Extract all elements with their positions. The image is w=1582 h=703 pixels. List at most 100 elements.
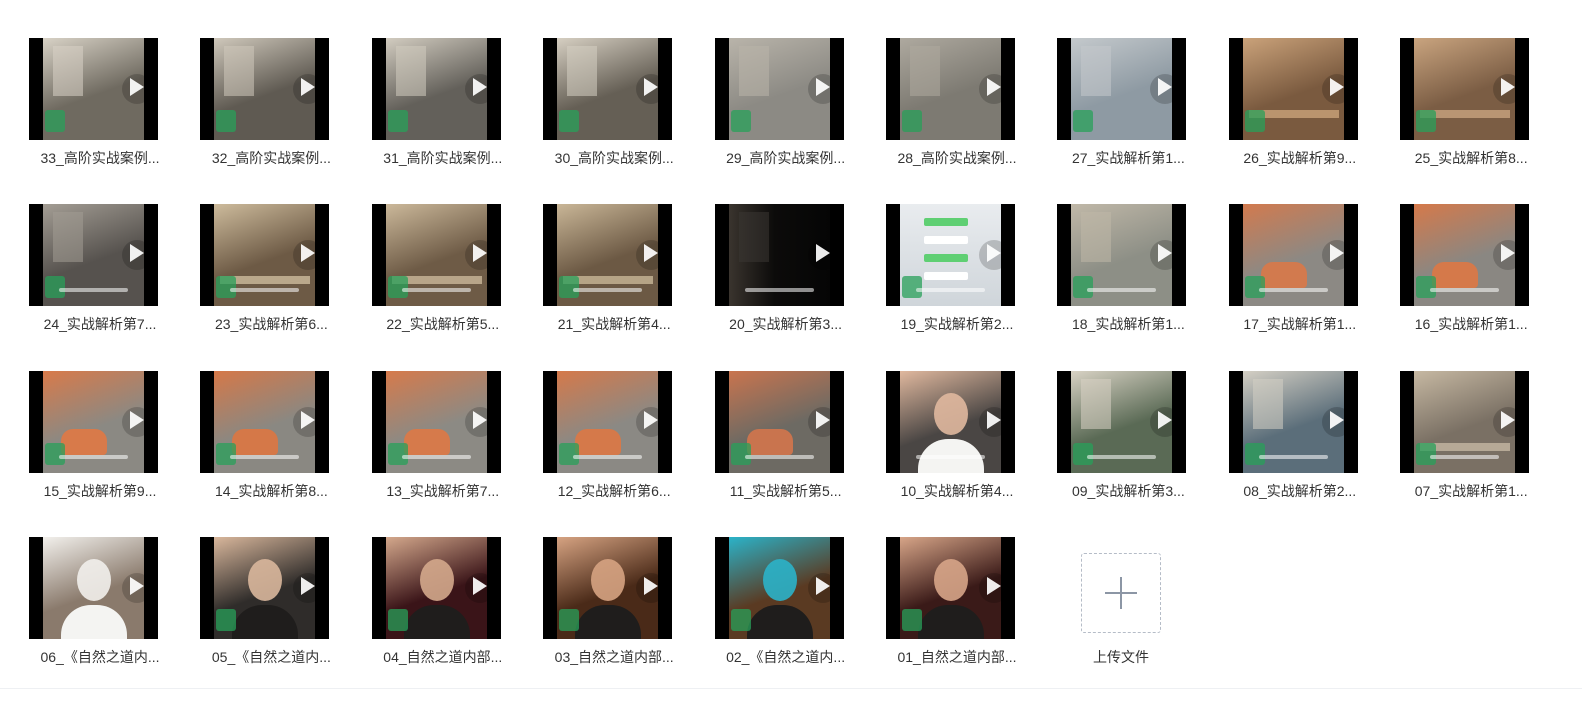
file-name-label[interactable]: 32_高阶实战案例... (184, 149, 358, 167)
play-icon[interactable] (1501, 78, 1516, 96)
file-name-label[interactable]: 11_实战解析第5... (699, 482, 873, 500)
video-thumbnail[interactable] (886, 537, 1015, 639)
file-name-label[interactable]: 02_《自然之道内... (699, 648, 873, 666)
play-icon[interactable] (1329, 411, 1344, 429)
video-thumbnail[interactable] (714, 38, 844, 140)
video-thumbnail[interactable] (29, 371, 158, 473)
file-name-label[interactable]: 19_实战解析第2... (870, 315, 1044, 333)
video-file-item[interactable]: 09_实战解析第3... (1041, 371, 1191, 511)
video-thumbnail[interactable] (543, 38, 673, 140)
video-thumbnail[interactable] (29, 537, 158, 639)
video-thumbnail[interactable] (200, 204, 330, 306)
video-file-item[interactable]: 04_自然之道内部... (356, 537, 506, 677)
video-file-item[interactable]: 28_高阶实战案例... (870, 38, 1020, 178)
file-name-label[interactable]: 16_实战解析第1... (1384, 315, 1558, 333)
video-file-item[interactable]: 01_自然之道内部... (870, 537, 1020, 677)
video-file-item[interactable]: 15_实战解析第9... (13, 371, 163, 511)
video-thumbnail[interactable] (1228, 204, 1358, 306)
play-icon[interactable] (301, 411, 316, 429)
file-name-label[interactable]: 29_高阶实战案例... (699, 149, 873, 167)
video-file-item[interactable]: 10_实战解析第4... (870, 371, 1020, 511)
play-icon[interactable] (1158, 78, 1173, 96)
file-name-label[interactable]: 26_实战解析第9... (1213, 149, 1387, 167)
video-file-item[interactable]: 22_实战解析第5... (356, 204, 506, 344)
file-name-label[interactable]: 15_实战解析第9... (13, 482, 187, 500)
video-thumbnail[interactable] (1057, 38, 1187, 140)
file-name-label[interactable]: 03_自然之道内部... (527, 648, 701, 666)
play-icon[interactable] (987, 577, 1001, 595)
video-thumbnail[interactable] (371, 38, 501, 140)
file-name-label[interactable]: 18_实战解析第1... (1041, 315, 1215, 333)
video-thumbnail[interactable] (371, 371, 501, 473)
video-file-item[interactable]: 19_实战解析第2... (870, 204, 1020, 344)
video-file-item[interactable]: 13_实战解析第7... (356, 371, 506, 511)
video-file-item[interactable]: 02_《自然之道内... (699, 537, 849, 677)
play-icon[interactable] (1501, 411, 1516, 429)
play-icon[interactable] (987, 78, 1001, 96)
file-name-label[interactable]: 24_实战解析第7... (13, 315, 187, 333)
video-file-item[interactable]: 29_高阶实战案例... (699, 38, 849, 178)
video-thumbnail[interactable] (543, 204, 673, 306)
file-name-label[interactable]: 07_实战解析第1... (1384, 482, 1558, 500)
video-file-item[interactable]: 07_实战解析第1... (1384, 371, 1534, 511)
video-file-item[interactable]: 14_实战解析第8... (184, 371, 334, 511)
file-name-label[interactable]: 33_高阶实战案例... (13, 149, 187, 167)
video-file-item[interactable]: 31_高阶实战案例... (356, 38, 506, 178)
video-thumbnail[interactable] (29, 204, 158, 306)
file-name-label[interactable]: 14_实战解析第8... (184, 482, 358, 500)
file-name-label[interactable]: 25_实战解析第8... (1384, 149, 1558, 167)
video-thumbnail[interactable] (714, 371, 844, 473)
file-name-label[interactable]: 09_实战解析第3... (1041, 482, 1215, 500)
play-icon[interactable] (130, 244, 144, 262)
play-icon[interactable] (472, 244, 487, 262)
play-icon[interactable] (472, 577, 487, 595)
video-thumbnail[interactable] (29, 38, 158, 140)
file-name-label[interactable]: 01_自然之道内部... (870, 648, 1044, 666)
video-thumbnail[interactable] (200, 537, 330, 639)
file-name-label[interactable]: 04_自然之道内部... (356, 648, 530, 666)
video-file-item[interactable]: 05_《自然之道内... (184, 537, 334, 677)
file-name-label[interactable]: 05_《自然之道内... (184, 648, 358, 666)
video-file-item[interactable]: 27_实战解析第1... (1041, 38, 1191, 178)
file-name-label[interactable]: 22_实战解析第5... (356, 315, 530, 333)
video-file-item[interactable]: 06_《自然之道内... (13, 537, 163, 677)
video-thumbnail[interactable] (886, 204, 1015, 306)
play-icon[interactable] (815, 78, 830, 96)
video-thumbnail[interactable] (1228, 371, 1358, 473)
video-thumbnail[interactable] (543, 537, 673, 639)
video-thumbnail[interactable] (1228, 38, 1358, 140)
play-icon[interactable] (1158, 244, 1173, 262)
video-file-item[interactable]: 17_实战解析第1... (1213, 204, 1363, 344)
play-icon[interactable] (472, 411, 487, 429)
video-thumbnail[interactable] (714, 204, 844, 306)
video-file-item[interactable]: 16_实战解析第1... (1384, 204, 1534, 344)
video-thumbnail[interactable] (714, 537, 844, 639)
video-file-item[interactable]: 12_实战解析第6... (527, 371, 677, 511)
play-icon[interactable] (815, 577, 830, 595)
video-thumbnail[interactable] (1057, 204, 1187, 306)
play-icon[interactable] (1329, 78, 1344, 96)
play-icon[interactable] (1329, 244, 1344, 262)
file-name-label[interactable]: 30_高阶实战案例... (527, 149, 701, 167)
play-icon[interactable] (130, 411, 144, 429)
play-icon[interactable] (815, 411, 830, 429)
file-name-label[interactable]: 08_实战解析第2... (1213, 482, 1387, 500)
file-name-label[interactable]: 06_《自然之道内... (13, 648, 187, 666)
video-thumbnail[interactable] (371, 537, 501, 639)
file-name-label[interactable]: 12_实战解析第6... (527, 482, 701, 500)
file-name-label[interactable]: 23_实战解析第6... (184, 315, 358, 333)
play-icon[interactable] (130, 78, 144, 96)
file-name-label[interactable]: 13_实战解析第7... (356, 482, 530, 500)
file-name-label[interactable]: 21_实战解析第4... (527, 315, 701, 333)
video-file-item[interactable]: 21_实战解析第4... (527, 204, 677, 344)
play-icon[interactable] (987, 411, 1001, 429)
file-name-label[interactable]: 27_实战解析第1... (1041, 149, 1215, 167)
video-thumbnail[interactable] (886, 38, 1015, 140)
play-icon[interactable] (472, 78, 487, 96)
play-icon[interactable] (815, 244, 830, 262)
play-icon[interactable] (1158, 411, 1173, 429)
play-icon[interactable] (644, 411, 659, 429)
video-file-item[interactable]: 33_高阶实战案例... (13, 38, 163, 178)
video-thumbnail[interactable] (200, 38, 330, 140)
play-icon[interactable] (130, 577, 144, 595)
